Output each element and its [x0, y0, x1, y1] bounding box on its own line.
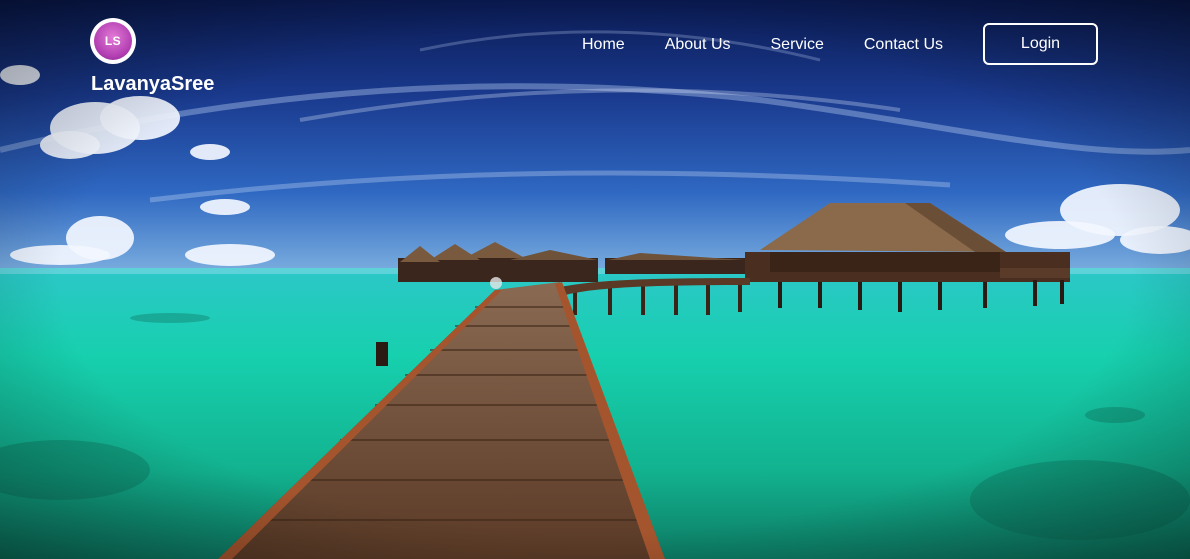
- hero-section: LS LavanyaSree Home About Us Service Con…: [0, 0, 1190, 559]
- brand-name[interactable]: LavanyaSree: [91, 73, 214, 96]
- nav-link-service[interactable]: Service: [771, 35, 824, 55]
- main-nav: Home About Us Service Contact Us: [582, 35, 983, 55]
- nav-link-contact-us[interactable]: Contact Us: [864, 35, 943, 55]
- nav-link-about-us[interactable]: About Us: [665, 35, 731, 55]
- brand-logo[interactable]: LS: [90, 18, 136, 64]
- nav-link-home[interactable]: Home: [582, 35, 625, 55]
- brand-logo-icon: LS: [94, 22, 132, 60]
- login-button[interactable]: Login: [983, 23, 1098, 65]
